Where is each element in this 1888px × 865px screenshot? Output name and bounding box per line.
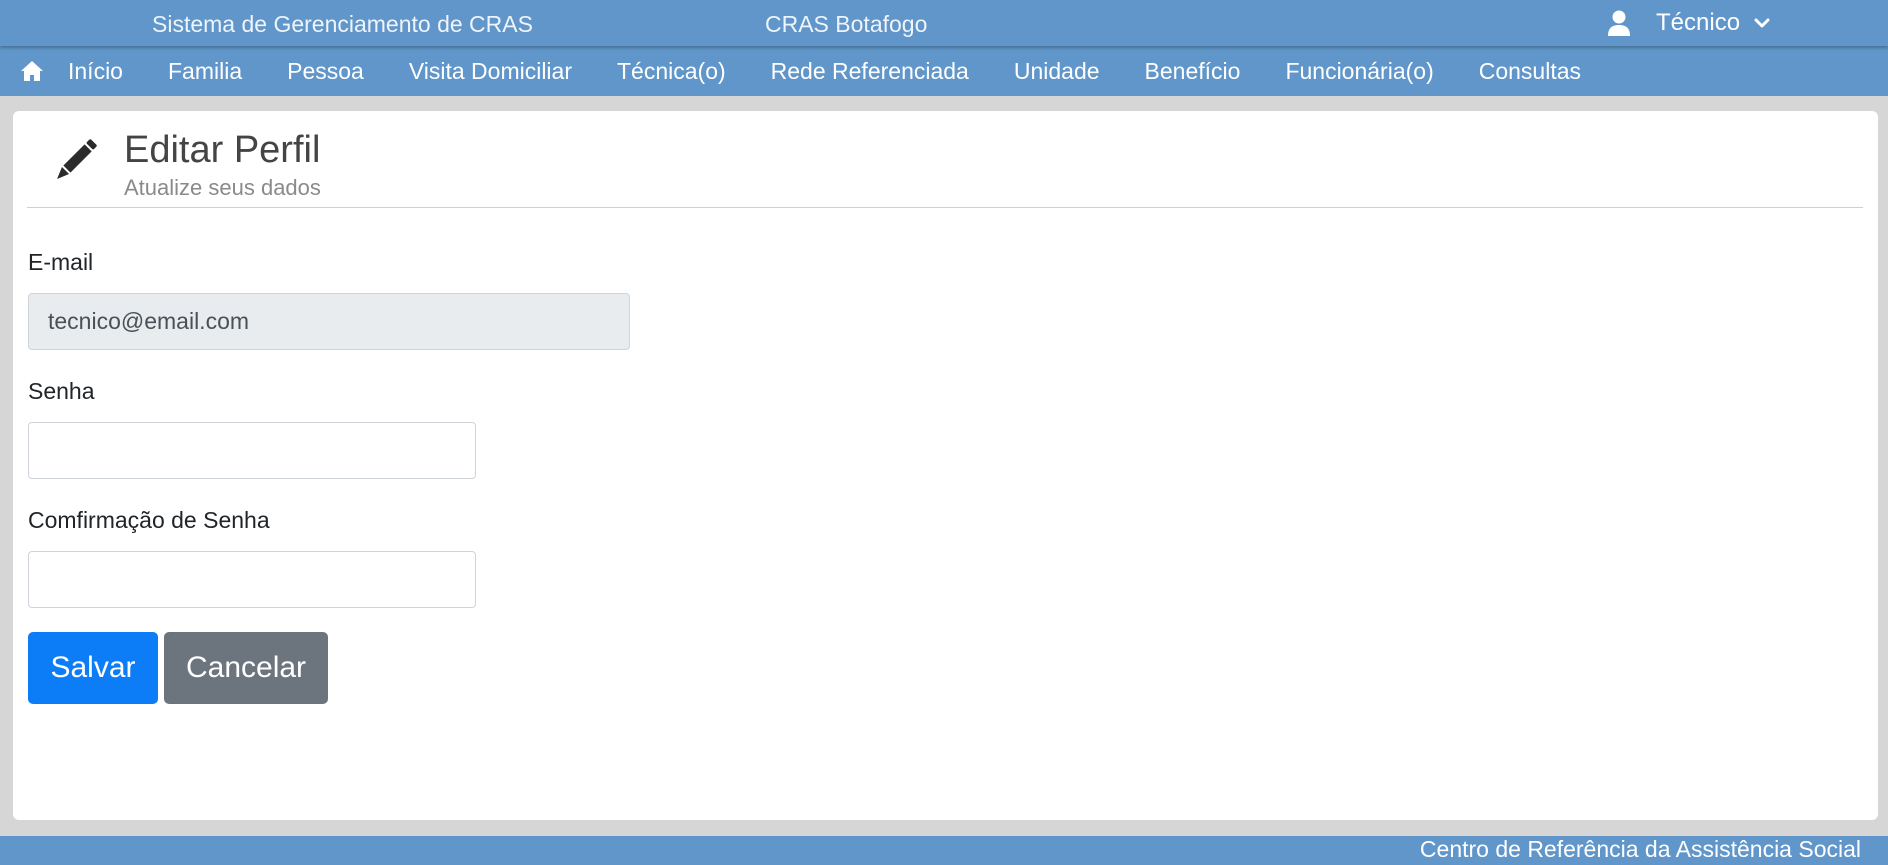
email-label: E-mail — [28, 249, 94, 275]
home-icon[interactable] — [20, 60, 44, 82]
main-nav: Início Familia Pessoa Visita Domiciliar … — [0, 46, 1888, 96]
nav-item-rede-referenciada[interactable]: Rede Referenciada — [771, 58, 969, 85]
pencil-icon — [57, 139, 97, 179]
password-label: Senha — [28, 378, 95, 404]
confirm-password-label: Comfirmação de Senha — [28, 507, 270, 533]
nav-item-unidade[interactable]: Unidade — [1014, 58, 1100, 85]
confirm-password-field[interactable] — [28, 551, 476, 608]
header-divider — [27, 207, 1863, 208]
top-header: Sistema de Gerenciamento de CRAS CRAS Bo… — [0, 0, 1888, 46]
chevron-down-icon — [1754, 18, 1770, 28]
system-title: Sistema de Gerenciamento de CRAS — [152, 11, 533, 37]
user-icon — [1608, 10, 1630, 36]
edit-profile-card: Editar Perfil Atualize seus dados E-mail… — [13, 111, 1878, 820]
user-menu[interactable]: Técnico — [1608, 0, 1808, 46]
nav-item-beneficio[interactable]: Benefício — [1145, 58, 1241, 85]
email-field[interactable] — [28, 293, 630, 350]
user-name: Técnico — [1656, 9, 1741, 36]
nav-item-funcionaria[interactable]: Funcionária(o) — [1285, 58, 1433, 85]
nav-item-familia[interactable]: Familia — [168, 58, 242, 85]
password-field[interactable] — [28, 422, 476, 479]
unit-title: CRAS Botafogo — [765, 11, 928, 37]
page-title: Editar Perfil — [124, 129, 321, 171]
cancel-button[interactable]: Cancelar — [164, 632, 328, 704]
save-button[interactable]: Salvar — [28, 632, 158, 704]
footer: Centro de Referência da Assistência Soci… — [0, 836, 1888, 865]
nav-item-visita-domiciliar[interactable]: Visita Domiciliar — [409, 58, 572, 85]
nav-item-pessoa[interactable]: Pessoa — [287, 58, 364, 85]
footer-text: Centro de Referência da Assistência Soci… — [1419, 836, 1861, 862]
page-subtitle: Atualize seus dados — [124, 175, 321, 200]
nav-item-consultas[interactable]: Consultas — [1479, 58, 1581, 85]
nav-item-tecnica[interactable]: Técnica(o) — [617, 58, 726, 85]
nav-item-inicio[interactable]: Início — [68, 58, 123, 85]
